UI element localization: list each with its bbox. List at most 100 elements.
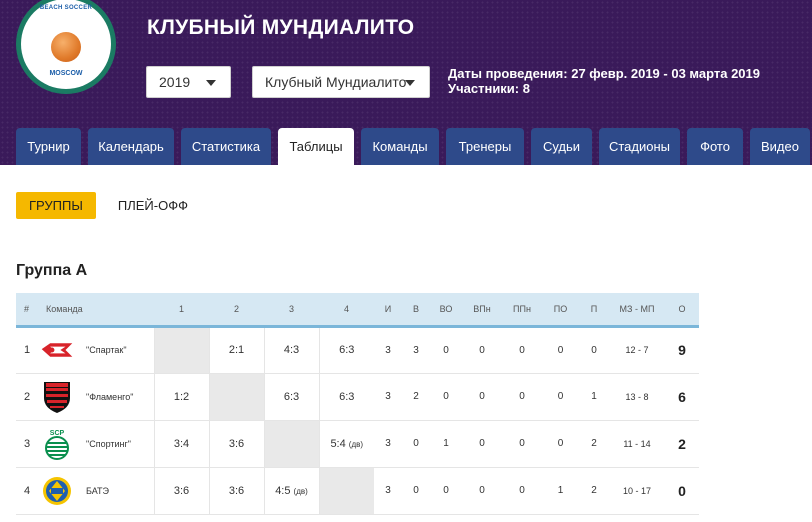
header: BEACH SOCCER MOSCOW КЛУБНЫЙ МУНДИАЛИТО 2…: [0, 0, 812, 165]
extra-time-note: (дв): [348, 439, 364, 449]
score-cell[interactable]: 3:6: [153, 467, 209, 514]
tournament-select[interactable]: Клубный Мундиалито: [252, 66, 430, 98]
stage-switcher: ГРУППЫ ПЛЕЙ-ОФФ: [16, 192, 188, 219]
score-cell[interactable]: 6:3: [263, 373, 319, 420]
wins-pen: 0: [479, 391, 485, 402]
col-header: ППн: [513, 303, 531, 314]
wins-ot: 1: [443, 438, 449, 449]
year-select[interactable]: 2019: [146, 66, 231, 98]
wins-ot: 0: [443, 485, 449, 496]
wins-ot: 0: [443, 344, 449, 356]
score-value: 5:4: [330, 437, 346, 450]
goals: 10 - 17: [622, 485, 652, 496]
losses: 2: [591, 485, 597, 496]
losses: 1: [591, 391, 597, 402]
col-header: О: [678, 303, 686, 314]
col-header: МЗ - МП: [619, 303, 655, 314]
score-cell[interactable]: 1:2: [153, 373, 209, 420]
col-header: П: [590, 303, 598, 314]
goals: 11 - 14: [623, 438, 651, 449]
team-name-link[interactable]: "Спортинг": [86, 439, 131, 449]
team-name-link[interactable]: БАТЭ: [86, 486, 109, 496]
played: 3: [385, 485, 391, 496]
page-title: КЛУБНЫЙ МУНДИАЛИТО: [147, 16, 415, 39]
col-header: 2: [233, 303, 239, 314]
spartak-emblem-icon[interactable]: [40, 333, 74, 367]
table-row: 3 SCP "Спортинг" 3:4 3:6 5:4 (дв) 3 0 1 …: [16, 420, 699, 467]
points: 6: [678, 388, 686, 405]
goals: 12 - 7: [625, 345, 649, 355]
score-cell[interactable]: 6:3: [318, 373, 374, 420]
tournament-info: Даты проведения: 27 февр. 2019 - 03 март…: [448, 66, 760, 96]
score-cell[interactable]: 4:3: [263, 326, 319, 373]
wins: 3: [413, 344, 419, 356]
score-cell[interactable]: 3:4: [153, 420, 209, 467]
played: 3: [385, 438, 391, 449]
col-header: ПО: [553, 303, 568, 314]
losses-ot: 0: [557, 391, 564, 402]
col-header: В: [412, 303, 419, 314]
sporting-emblem-icon[interactable]: SCP: [40, 427, 74, 461]
team-name-link[interactable]: "Спартак": [86, 345, 127, 355]
col-header: 1: [178, 303, 184, 314]
losses-pen: 0: [519, 391, 525, 402]
standings-table: # Команда 1 2 3 4 И В ВО ВПн ППн ПО П МЗ…: [16, 293, 699, 515]
tab-coaches[interactable]: Тренеры: [446, 128, 524, 165]
logo-top-text: BEACH SOCCER: [39, 5, 93, 11]
bate-emblem-icon[interactable]: [40, 474, 74, 508]
groups-button[interactable]: ГРУППЫ: [16, 192, 96, 219]
team-name-link[interactable]: "Фламенго": [86, 392, 133, 402]
score-cell[interactable]: 6:3: [318, 326, 374, 373]
tournament-logo[interactable]: BEACH SOCCER MOSCOW: [16, 0, 116, 94]
losses: 2: [591, 438, 597, 449]
col-header: 3: [288, 303, 294, 314]
tab-calendar[interactable]: Календарь: [88, 128, 174, 165]
tab-video[interactable]: Видео: [750, 128, 810, 165]
group-title: Группа А: [16, 262, 88, 279]
score-cell[interactable]: 2:1: [208, 326, 264, 373]
participants-text: Участники: 8: [448, 81, 530, 96]
table-row: 4 БАТЭ 3:6 3:6 4:5 (дв) 3 0 0 0 0 1 2 10…: [16, 467, 699, 514]
tab-statistics[interactable]: Статистика: [181, 128, 271, 165]
year-select-value: 2019: [159, 74, 191, 90]
col-header: ВО: [439, 303, 453, 314]
col-header: #: [24, 303, 30, 314]
score-value: 4:5: [275, 484, 291, 497]
losses-ot: 1: [557, 485, 564, 496]
wins-pen: 0: [479, 485, 485, 496]
score-cell[interactable]: 3:6: [208, 467, 264, 514]
col-header: 4: [343, 303, 349, 314]
tab-photo[interactable]: Фото: [687, 128, 743, 165]
playoff-button[interactable]: ПЛЕЙ-ОФФ: [118, 198, 188, 213]
dates-text: Даты проведения: 27 февр. 2019 - 03 март…: [448, 66, 760, 81]
position: 3: [24, 437, 31, 450]
score-cell[interactable]: 4:5 (дв): [263, 467, 319, 514]
tab-referees[interactable]: Судьи: [531, 128, 592, 165]
position: 1: [24, 344, 31, 356]
col-header: Команда: [46, 303, 83, 314]
svg-text:SCP: SCP: [50, 430, 65, 437]
table-header: # Команда 1 2 3 4 И В ВО ВПн ППн ПО П МЗ…: [16, 293, 699, 326]
score-cell[interactable]: 5:4 (дв): [318, 420, 374, 467]
col-header: ВПн: [473, 303, 491, 314]
score-cell-self: [318, 467, 374, 514]
tab-tournament[interactable]: Турнир: [16, 128, 81, 165]
score-cell[interactable]: 3:6: [208, 420, 264, 467]
losses: 0: [591, 344, 597, 356]
flamengo-emblem-icon[interactable]: [40, 380, 74, 414]
beach-ball-icon: [51, 32, 81, 62]
goals: 13 - 8: [625, 391, 649, 402]
tab-stadiums[interactable]: Стадионы: [599, 128, 680, 165]
table-row: 1 "Спартак" 2:1 4:3 6:3 3 3 0 0 0 0 0 12…: [16, 326, 699, 373]
chevron-down-icon: [206, 80, 216, 86]
score-cell-self: [263, 420, 319, 467]
played: 3: [385, 391, 391, 402]
points: 0: [678, 482, 686, 499]
tab-tables[interactable]: Таблицы: [278, 128, 354, 165]
losses-ot: 0: [557, 344, 564, 356]
tab-teams[interactable]: Команды: [361, 128, 439, 165]
wins-ot: 0: [443, 391, 449, 402]
logo-bottom-text: MOSCOW: [49, 70, 83, 77]
score-cell-self: [208, 373, 264, 420]
wins-pen: 0: [479, 438, 485, 449]
